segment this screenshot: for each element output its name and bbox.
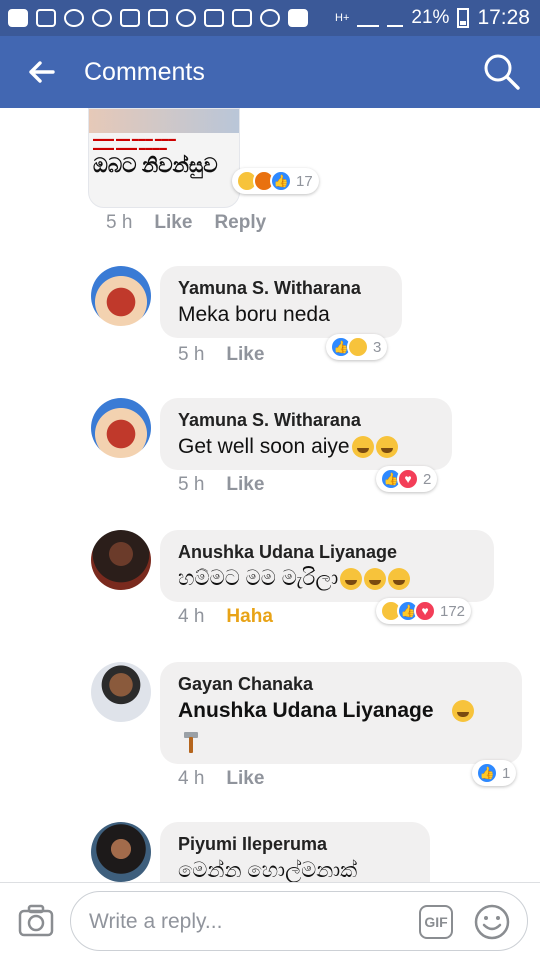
woozy-face-emoji-icon (351, 436, 374, 459)
reaction-count: 17 (296, 172, 313, 190)
search-icon (484, 54, 520, 90)
like-reaction-icon: 👍 (476, 762, 498, 784)
chat-notification-icon (176, 9, 196, 27)
post-reactions[interactable]: 👍 17 (232, 168, 319, 194)
haha-reaction-icon (347, 336, 369, 358)
post-image[interactable]: ▬▬▬ ▬▬ ▬▬▬ ▬▬▬ ▬▬▬ ▬▬▬ ▬▬▬▬ ඔබට නිවන්සුව (88, 108, 240, 208)
reaction-count: 2 (423, 470, 432, 488)
timestamp: 5 h (178, 344, 205, 365)
timestamp: 5 h (178, 474, 205, 495)
laughing-emoji-icon (340, 568, 363, 591)
comment-author[interactable]: Yamuna S. Witharana (178, 410, 434, 431)
comment-bubble[interactable]: Yamuna S. Witharana Get well soon aiye (160, 398, 452, 470)
post-meta: 5 h Like Reply (106, 212, 266, 234)
comment-text: Meka boru neda (178, 303, 330, 326)
reaction-count: 1 (502, 764, 511, 782)
clock: 17:28 (477, 6, 530, 29)
signal-2-icon (387, 9, 404, 27)
battery-icon (457, 8, 470, 28)
avatar[interactable] (91, 530, 151, 590)
comment-author[interactable]: Yamuna S. Witharana (178, 278, 384, 299)
timestamp: 5 h (106, 212, 133, 233)
comment-bubble[interactable]: Anushka Udana Liyanage හම්මට මම මැරිලා (160, 530, 494, 602)
comment-text-body: Get well soon aiye (178, 435, 350, 458)
whatsapp-notification-icon (64, 9, 84, 27)
timestamp: 4 h (178, 768, 205, 789)
warning-notification-icon (204, 9, 224, 27)
love-reaction-icon: ♥ (397, 468, 419, 490)
mute-icon (232, 9, 252, 27)
reply-placeholder: Write a reply... (89, 910, 223, 933)
love-reaction-icon: ♥ (414, 600, 436, 622)
comment-reactions[interactable]: 👍 1 (472, 760, 517, 786)
comment-reactions[interactable]: 👍 ♥ 172 (376, 598, 472, 624)
photo-notification-icon (36, 9, 56, 27)
laughing-emoji-icon (364, 568, 387, 591)
notification-icons (0, 9, 308, 27)
network-type-icon: H+ (335, 12, 350, 24)
like-button[interactable]: Like (226, 474, 264, 496)
viber-notification-icon (92, 9, 112, 27)
like-button[interactable]: Like (154, 212, 192, 234)
reaction-count: 172 (440, 602, 466, 620)
reaction-count: 3 (373, 338, 382, 356)
file-notification-icon (148, 9, 168, 27)
avatar[interactable] (91, 398, 151, 458)
post-image-photo (89, 109, 239, 133)
battery-percent: 21% (411, 7, 450, 28)
sim-icon (288, 9, 308, 27)
comments-list[interactable]: ▬▬▬ ▬▬ ▬▬▬ ▬▬▬ ▬▬▬ ▬▬▬ ▬▬▬▬ ඔබට නිවන්සුව … (0, 108, 540, 882)
reply-composer: Write a reply... GIF (0, 882, 540, 961)
messenger-notification-icon (8, 9, 28, 27)
signal-icon (357, 9, 380, 27)
comment-text: හම්මට මම මැරිලා (178, 567, 476, 591)
reply-input[interactable]: Write a reply... GIF (70, 891, 528, 951)
comment-text: මෙන්න හොල්මනාක් (178, 859, 358, 882)
comment-text: Anushka Udana Liyanage (178, 699, 504, 723)
like-button[interactable]: Like (226, 768, 264, 790)
comment-reactions[interactable]: 👍 3 (326, 334, 388, 360)
comment-meta: 5 h Like (178, 344, 264, 366)
search-button[interactable] (482, 52, 522, 92)
woozy-face-emoji-icon (375, 436, 398, 459)
back-button[interactable] (0, 36, 84, 108)
camera-icon[interactable] (18, 903, 54, 939)
like-reaction-icon: 👍 (270, 170, 292, 192)
comment-meta: 4 h Haha (178, 606, 273, 628)
comment-reactions[interactable]: 👍 ♥ 2 (376, 466, 438, 492)
comment-bubble[interactable]: Piyumi Ileperuma මෙන්න හොල්මනාක් (160, 822, 430, 882)
page-title: Comments (84, 57, 205, 86)
gif-button[interactable]: GIF (419, 905, 453, 939)
comment-author[interactable]: Gayan Chanaka (178, 674, 504, 695)
comment-author[interactable]: Piyumi Ileperuma (178, 834, 412, 855)
post-image-caption: ඔබට නිවන්සුව (93, 155, 218, 177)
haha-button[interactable]: Haha (226, 606, 272, 628)
post-image-fine-print: ▬▬▬ ▬▬ ▬▬▬ ▬▬▬ ▬▬▬ ▬▬▬ ▬▬▬▬ (93, 136, 176, 152)
laughing-emoji-icon (451, 700, 474, 723)
laughing-emoji-icon (388, 568, 411, 591)
like-button[interactable]: Like (226, 344, 264, 366)
comment-meta: 5 h Like (178, 474, 264, 496)
app-bar: Comments (0, 36, 540, 108)
reply-button[interactable]: Reply (214, 212, 266, 234)
arrow-left-icon (29, 61, 55, 83)
sticker-icon[interactable] (473, 903, 511, 941)
mentioned-user-link[interactable]: Anushka Udana Liyanage (178, 699, 434, 722)
comment-meta: 4 h Like (178, 768, 264, 790)
alarm-icon (260, 9, 280, 27)
comment-bubble[interactable]: Gayan Chanaka Anushka Udana Liyanage (160, 662, 522, 764)
comment-text-body: හම්මට මම මැරිලා (178, 567, 339, 590)
comment-author[interactable]: Anushka Udana Liyanage (178, 542, 476, 563)
avatar[interactable] (91, 662, 151, 722)
hammer-emoji-icon (184, 732, 198, 753)
avatar[interactable] (91, 822, 151, 882)
avatar[interactable] (91, 266, 151, 326)
comment-bubble[interactable]: Yamuna S. Witharana Meka boru neda (160, 266, 402, 338)
timestamp: 4 h (178, 606, 205, 627)
gallery-notification-icon (120, 9, 140, 27)
status-bar: H+ 21% 17:28 (0, 0, 540, 36)
comment-text: Get well soon aiye (178, 435, 434, 459)
